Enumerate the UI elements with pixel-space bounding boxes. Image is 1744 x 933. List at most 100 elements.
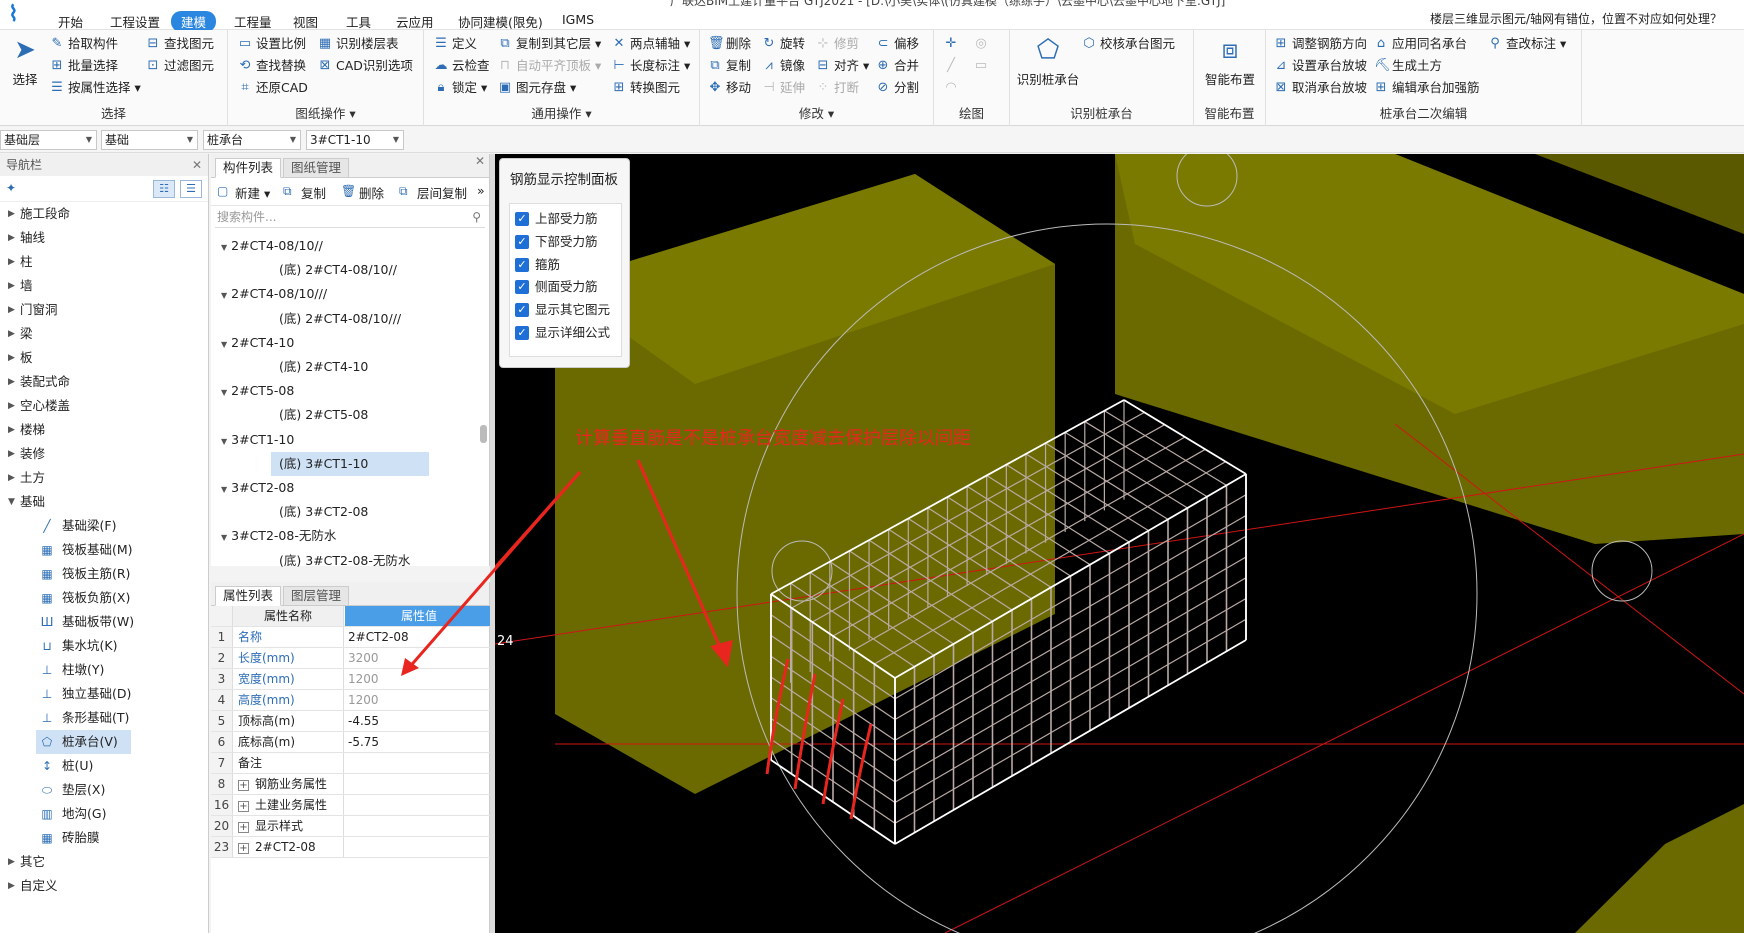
pick-component-button[interactable]: ✎ 拾取构件 bbox=[48, 34, 118, 54]
nav-subitem[interactable]: ⊥ 独立基础(D) bbox=[0, 682, 208, 706]
find-element-button[interactable]: ⊟ 查找图元 bbox=[144, 34, 214, 54]
property-value[interactable] bbox=[345, 795, 490, 815]
expand-arrow-icon[interactable]: ▶ bbox=[8, 250, 15, 274]
trim-button[interactable]: ⊹ 修剪 bbox=[814, 34, 859, 54]
auto-align-top-button[interactable]: ⊓ 自动平齐顶板 ▾ bbox=[496, 56, 601, 76]
checkbox-checked-icon[interactable]: ✓ bbox=[515, 303, 529, 318]
nav-item[interactable]: ▶ 施工段命 bbox=[0, 202, 208, 226]
batch-select-button[interactable]: ⊞ 批量选择 bbox=[48, 56, 118, 76]
property-value[interactable]: 1200 bbox=[345, 690, 490, 710]
property-row[interactable]: 3 宽度(mm) 1200 bbox=[211, 669, 490, 690]
property-row[interactable]: 23 +2#CT2-08 bbox=[211, 837, 490, 858]
select-by-attr-button[interactable]: ☰ 按属性选择 ▾ bbox=[48, 78, 141, 98]
menu-tools[interactable]: 工具 bbox=[336, 11, 381, 32]
property-value[interactable] bbox=[345, 774, 490, 794]
property-value[interactable] bbox=[345, 816, 490, 836]
nav-subitem[interactable]: ⊔ 集水坑(K) bbox=[0, 634, 208, 658]
check-label-button[interactable]: ⚲ 查改标注 ▾ bbox=[1486, 34, 1566, 54]
expand-arrow-icon[interactable]: ▶ bbox=[8, 298, 15, 322]
collapse-arrow-icon[interactable]: ▼ bbox=[221, 243, 227, 252]
property-value[interactable] bbox=[345, 753, 490, 773]
property-row[interactable]: 20 + 显示样式 bbox=[211, 816, 490, 837]
menu-igms[interactable]: IGMS bbox=[552, 11, 604, 28]
property-row[interactable]: 1 名称 2#CT2-08 bbox=[211, 627, 490, 648]
floor-select[interactable]: 基础层 ▼ bbox=[0, 130, 97, 150]
tree-scrollbar[interactable] bbox=[480, 425, 487, 443]
point-draw-button[interactable]: ✛ bbox=[942, 34, 962, 54]
set-scale-button[interactable]: ▭ 设置比例 bbox=[236, 34, 306, 54]
nav-item[interactable]: ▼ 基础 bbox=[0, 490, 208, 514]
expand-arrow-icon[interactable]: ▶ bbox=[8, 346, 15, 370]
find-replace-button[interactable]: ⟲ 查找替换 bbox=[236, 56, 306, 76]
length-label-button[interactable]: ⊢ 长度标注 ▾ bbox=[610, 56, 690, 76]
tree-group-item[interactable]: ▼ 2#CT4-10 bbox=[221, 331, 294, 355]
property-value[interactable]: -5.75 bbox=[345, 732, 490, 752]
menu-start[interactable]: 开始 bbox=[48, 11, 93, 32]
tree-leaf-item[interactable]: (底) 2#CT4-08/10// bbox=[271, 258, 397, 282]
close-icon[interactable]: ✕ bbox=[192, 154, 202, 176]
category-select[interactable]: 基础 ▼ bbox=[101, 130, 198, 150]
two-point-axis-button[interactable]: ✕ 两点辅轴 ▾ bbox=[610, 34, 691, 54]
tree-group-item[interactable]: ▼ 2#CT4-08/10/// bbox=[221, 282, 327, 306]
property-row[interactable]: 4 高度(mm) 1200 bbox=[211, 690, 490, 711]
nav-subitem[interactable]: ↕ 桩(U) bbox=[0, 754, 208, 778]
new-component-button[interactable]: ▢ 新建 ▾ bbox=[217, 183, 270, 202]
extend-button[interactable]: ⊣ 延伸 bbox=[760, 78, 805, 98]
rebar-option-checkbox[interactable]: ✓ 上部受力筋 bbox=[515, 208, 598, 230]
app-logo-icon[interactable]: ⌇ bbox=[8, 2, 30, 27]
break-button[interactable]: ⁘ 打断 bbox=[814, 78, 859, 98]
identify-pile-cap-button[interactable]: ⬠ 识别桩承台 bbox=[1014, 34, 1082, 88]
property-value[interactable]: 2#CT2-08 bbox=[345, 627, 490, 647]
nav-subitem[interactable]: ⊥ 条形基础(T) bbox=[0, 706, 208, 730]
generate-earthwork-button[interactable]: ⛏︎ 生成土方 bbox=[1372, 56, 1442, 76]
cancel-slope-button[interactable]: ⊠ 取消承台放坡 bbox=[1272, 78, 1367, 98]
expand-plus-icon[interactable]: + bbox=[238, 822, 249, 833]
expand-arrow-icon[interactable]: ▶ bbox=[8, 394, 15, 418]
tree-leaf-item[interactable]: (底) 2#CT5-08 bbox=[271, 403, 368, 427]
nav-subitem[interactable]: ⬠ 桩承台(V) bbox=[36, 730, 131, 754]
tree-group-item[interactable]: ▼ 2#CT5-08 bbox=[221, 379, 294, 403]
3d-viewport[interactable]: 24 bbox=[495, 154, 1744, 933]
collapse-arrow-icon[interactable]: ▼ bbox=[221, 533, 227, 542]
tree-group-item[interactable]: ▼ 3#CT2-08 bbox=[221, 476, 294, 500]
expand-plus-icon[interactable]: + bbox=[238, 801, 249, 812]
close-icon[interactable]: ✕ bbox=[475, 154, 485, 168]
align-button[interactable]: ⊟ 对齐 ▾ bbox=[814, 56, 870, 76]
select-button[interactable]: ➤ 选择 bbox=[8, 34, 42, 88]
nav-subitem[interactable]: ⊥ 柱墩(Y) bbox=[0, 658, 208, 682]
tree-group-item[interactable]: ▼ 3#CT1-10 bbox=[221, 428, 294, 452]
component-select[interactable]: 3#CT1-10 ▼ bbox=[306, 130, 404, 150]
collapse-arrow-icon[interactable]: ▼ bbox=[221, 388, 227, 397]
mirror-button[interactable]: ⩘ 镜像 bbox=[760, 56, 805, 76]
offset-button[interactable]: ⊂ 偏移 bbox=[874, 34, 919, 54]
line-draw-button[interactable]: ╱ bbox=[942, 56, 962, 76]
smart-layout-button[interactable]: ⧈ 智能布置 bbox=[1200, 34, 1260, 88]
property-row[interactable]: 6 底标高(m) -5.75 bbox=[211, 732, 490, 753]
expand-arrow-icon[interactable]: ▶ bbox=[8, 226, 15, 250]
checkbox-checked-icon[interactable]: ✓ bbox=[515, 212, 529, 226]
nav-subitem[interactable]: ▦ 筏板主筋(R) bbox=[0, 562, 208, 586]
rebar-option-checkbox[interactable]: ✓ 显示详细公式 bbox=[515, 322, 610, 344]
property-row[interactable]: 8 + 钢筋业务属性 bbox=[211, 774, 490, 795]
define-button[interactable]: ☰ 定义 bbox=[432, 34, 477, 54]
delete-button[interactable]: 🗑︎ 删除 bbox=[706, 34, 751, 54]
nav-item[interactable]: ▶ 楼梯 bbox=[0, 418, 208, 442]
restore-cad-button[interactable]: ⌗ 还原CAD bbox=[236, 78, 308, 98]
nav-item[interactable]: ▶ 装修 bbox=[0, 442, 208, 466]
rebar-option-checkbox[interactable]: ✓ 下部受力筋 bbox=[515, 231, 598, 253]
nav-subitem[interactable]: ⬭ 垫层(X) bbox=[0, 778, 208, 802]
checkbox-checked-icon[interactable]: ✓ bbox=[515, 234, 529, 249]
save-element-button[interactable]: ▣ 图元存盘 ▾ bbox=[496, 78, 576, 98]
set-slope-button[interactable]: ⊿ 设置承台放坡 bbox=[1272, 56, 1367, 76]
arc-draw-button[interactable]: ◠ bbox=[942, 78, 962, 98]
checkbox-checked-icon[interactable]: ✓ bbox=[515, 326, 529, 340]
property-row[interactable]: 16 + 土建业务属性 bbox=[211, 795, 490, 816]
nav-subitem[interactable]: ▦ 筏板基础(M) bbox=[0, 538, 208, 562]
detail-view-icon[interactable]: ☰ bbox=[180, 180, 202, 198]
filter-element-button[interactable]: ⊡ 过滤图元 bbox=[144, 56, 214, 76]
expand-arrow-icon[interactable]: ▶ bbox=[8, 202, 15, 226]
expand-arrow-icon[interactable]: ▶ bbox=[8, 418, 15, 442]
property-row[interactable]: 7 备注 bbox=[211, 753, 490, 774]
nav-item[interactable]: ▶ 梁 bbox=[0, 322, 208, 346]
edit-reinforcement-button[interactable]: ⊞ 编辑承台加强筋 bbox=[1372, 78, 1480, 98]
